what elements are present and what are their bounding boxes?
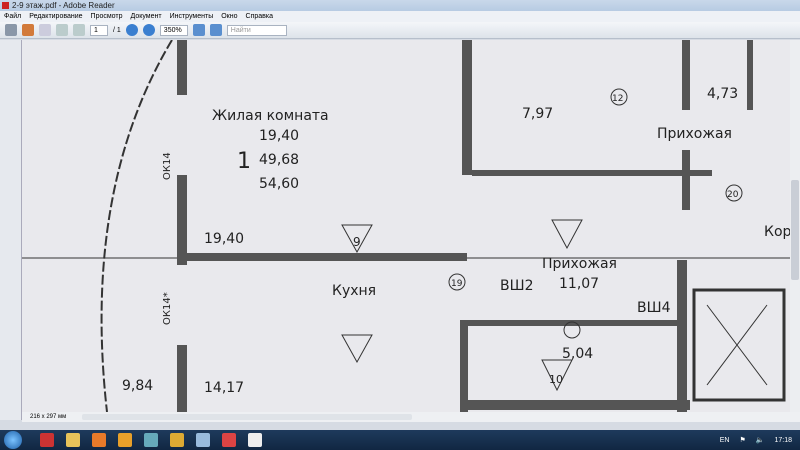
- hall-area: 11,07: [559, 276, 599, 292]
- app-icon[interactable]: [40, 433, 54, 447]
- room-area-797: 7,97: [522, 106, 553, 122]
- floor-plan: Жилая комната 1 19,40 49,68 54,60 19,40 …: [22, 40, 790, 412]
- print-icon[interactable]: [5, 24, 17, 36]
- room-area-473: 4,73: [707, 86, 738, 102]
- triangle-marker-9: 9: [353, 235, 361, 249]
- app-icon[interactable]: [196, 433, 210, 447]
- flag-icon[interactable]: ⚑: [739, 436, 745, 444]
- walls: [177, 40, 753, 412]
- search-input[interactable]: Найти: [226, 24, 287, 36]
- clock[interactable]: 17:18: [774, 437, 792, 444]
- kitchen-label: Кухня: [332, 283, 376, 299]
- menu-document[interactable]: Документ: [131, 11, 162, 22]
- living-area: 19,40: [259, 128, 299, 144]
- start-button[interactable]: [4, 431, 22, 449]
- menu-tools[interactable]: Инструменты: [170, 11, 214, 22]
- taskbar: EN ⚑ 🔈 17:18: [0, 430, 800, 450]
- menu-help[interactable]: Справка: [246, 11, 273, 22]
- balcony-area: 9,84: [122, 378, 153, 394]
- apt-number: 1: [237, 149, 251, 174]
- shaft-label-2: ВШ4: [637, 300, 671, 316]
- full-area: 54,60: [259, 176, 299, 192]
- next-page-icon[interactable]: [73, 24, 85, 36]
- horizontal-scrollbar[interactable]: [82, 414, 412, 420]
- document-view[interactable]: Жилая комната 1 19,40 49,68 54,60 19,40 …: [22, 40, 790, 412]
- hall-label-1: Прихожая: [657, 126, 732, 142]
- adobe-reader-task[interactable]: [248, 433, 262, 447]
- fit-page-icon[interactable]: [192, 24, 205, 36]
- total-area: 49,68: [259, 152, 299, 168]
- shaft-label-1: ВШ2: [500, 278, 533, 294]
- app-icon[interactable]: [222, 433, 236, 447]
- app-icon[interactable]: [118, 433, 132, 447]
- pdf-icon: [2, 2, 9, 9]
- hall-label-2: Прихожая: [542, 256, 617, 272]
- vertical-scrollbar[interactable]: [790, 40, 800, 420]
- circle-marker-19: 19: [451, 279, 463, 289]
- firefox-icon[interactable]: [92, 433, 106, 447]
- kitchen-area: 14,17: [204, 380, 244, 396]
- triangle-marker-10: 10: [549, 373, 563, 386]
- navigation-panel: [0, 40, 22, 420]
- page-number-input[interactable]: 1: [90, 24, 108, 36]
- fit-width-icon[interactable]: [209, 24, 222, 36]
- window-title: 2-9 этаж.pdf - Adobe Reader: [12, 1, 115, 10]
- app-icon[interactable]: [144, 433, 158, 447]
- menu-edit[interactable]: Редактирование: [29, 11, 82, 22]
- living-room-label: Жилая комната: [212, 108, 329, 124]
- circle-marker-20: 20: [727, 190, 739, 200]
- toolbar: 1 / 1 350% Найти: [0, 22, 800, 39]
- title-bar: 2-9 этаж.pdf - Adobe Reader: [0, 0, 800, 11]
- window-label-1: ОК14: [162, 152, 173, 180]
- zoom-input[interactable]: 350%: [159, 24, 188, 36]
- app-icon[interactable]: [170, 433, 184, 447]
- menu-view[interactable]: Просмотр: [91, 11, 123, 22]
- page-total: / 1: [113, 26, 121, 34]
- explorer-icon[interactable]: [66, 433, 80, 447]
- page-size: 216 x 297 мм: [30, 414, 67, 420]
- circle-marker-12: 12: [612, 94, 623, 104]
- menu-window[interactable]: Окно: [221, 11, 237, 22]
- share-icon[interactable]: [39, 24, 51, 36]
- scroll-thumb[interactable]: [791, 180, 799, 280]
- menu-bar: Файл Редактирование Просмотр Документ Ин…: [0, 11, 800, 22]
- create-pdf-icon[interactable]: [22, 24, 34, 36]
- prev-page-icon[interactable]: [56, 24, 68, 36]
- window-label-2: ОК14*: [162, 292, 173, 325]
- menu-file[interactable]: Файл: [4, 11, 21, 22]
- system-tray: EN ⚑ 🔈 17:18: [720, 430, 792, 450]
- living-area-bottom: 19,40: [204, 231, 244, 247]
- corridor-label: Кор: [764, 224, 790, 240]
- zoom-out-icon[interactable]: [125, 24, 138, 36]
- zoom-in-icon[interactable]: [142, 24, 155, 36]
- volume-icon[interactable]: 🔈: [756, 436, 765, 444]
- language-indicator[interactable]: EN: [720, 437, 730, 444]
